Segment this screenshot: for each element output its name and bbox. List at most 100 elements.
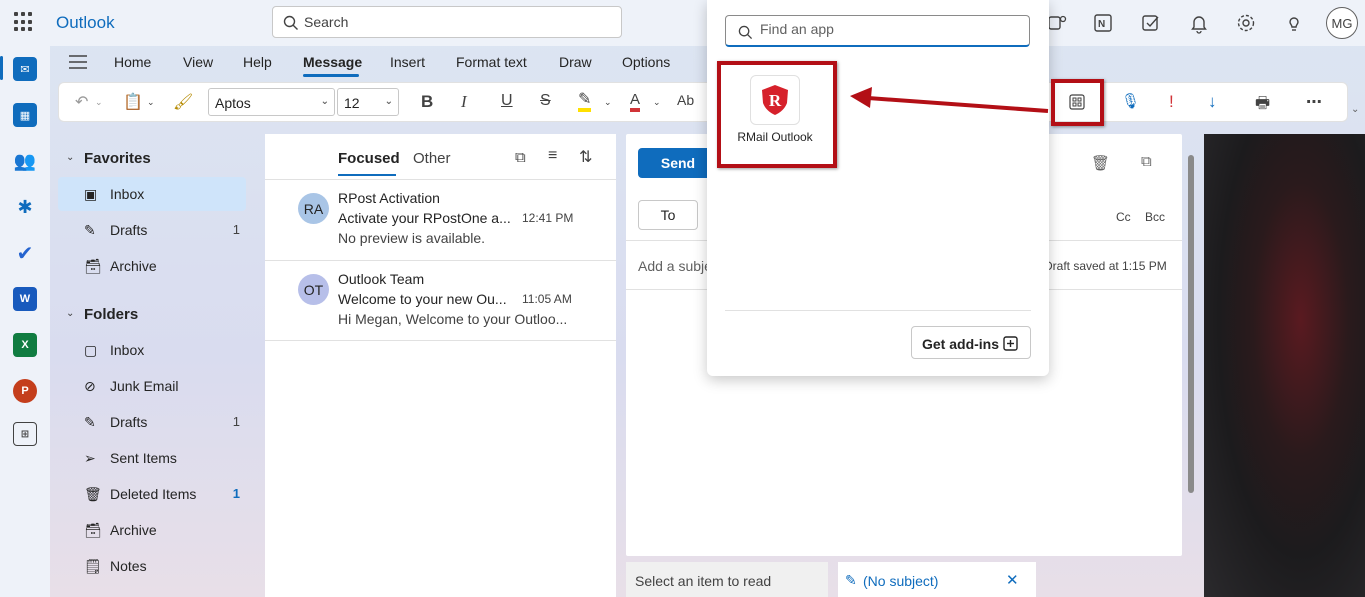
folder-label: Notes <box>110 558 147 574</box>
mail-app-icon[interactable]: ✉ <box>13 57 37 81</box>
find-app-input[interactable] <box>760 21 1020 37</box>
calendar-app-icon[interactable]: ▦ <box>13 103 37 127</box>
teams-icon[interactable] <box>1046 12 1068 34</box>
excel-app-icon[interactable]: X <box>13 333 37 357</box>
font-size-dropdown[interactable]: 12 ⌄ <box>337 88 399 116</box>
text-effects-icon[interactable]: Ab <box>677 92 694 108</box>
apps-button-highlight-box <box>1051 79 1104 126</box>
message-preview: No preview is available. <box>338 230 486 246</box>
bell-icon[interactable] <box>1188 12 1210 34</box>
tab-other[interactable]: Other <box>413 150 451 167</box>
folders-header[interactable]: Folders <box>84 306 138 323</box>
ribbon-expand-chevron-icon[interactable]: ⌄ <box>1351 104 1359 115</box>
folder-item-inbox[interactable]: ▢ Inbox <box>58 333 246 367</box>
user-avatar[interactable]: MG <box>1326 7 1358 39</box>
discard-trash-icon[interactable]: 🗑 <box>1091 154 1110 172</box>
highlight-icon[interactable]: ✎ <box>578 92 592 112</box>
get-addins-button[interactable]: Get add-ins <box>911 326 1031 359</box>
low-importance-icon[interactable]: ↓ <box>1208 92 1217 112</box>
favorite-item-inbox[interactable]: ▣ Inbox <box>58 177 246 211</box>
font-color-dropdown-icon[interactable]: ⌄ <box>653 97 661 108</box>
search-icon <box>738 25 753 40</box>
high-importance-icon[interactable]: ! <box>1169 92 1174 112</box>
pop-out-icon[interactable]: ⧉ <box>1141 153 1152 170</box>
paste-dropdown-icon[interactable]: ⌄ <box>147 97 155 108</box>
tab-options[interactable]: Options <box>622 54 670 70</box>
list-item[interactable]: RA RPost Activation Activate your RPostO… <box>265 179 616 260</box>
favorite-item-drafts[interactable]: ✎ Drafts 1 <box>58 213 246 247</box>
avatar: OT <box>298 274 329 305</box>
groups-app-icon[interactable]: ✱ <box>13 195 37 219</box>
todo-app-icon[interactable]: ✔ <box>13 241 37 265</box>
scrollbar-thumb[interactable] <box>1188 155 1194 493</box>
folder-item-sent-items[interactable]: ➢ Sent Items <box>58 441 246 475</box>
font-name-dropdown[interactable]: Aptos ⌄ <box>208 88 335 116</box>
folder-item-notes[interactable]: 🗒 Notes <box>58 549 246 583</box>
list-item[interactable]: OT Outlook Team Welcome to your new Ou..… <box>265 260 616 341</box>
message-preview: Hi Megan, Welcome to your Outloo... <box>338 311 568 327</box>
bold-icon[interactable]: B <box>421 92 433 112</box>
highlight-dropdown-icon[interactable]: ⌄ <box>604 97 612 108</box>
font-color-icon[interactable]: A <box>630 92 641 112</box>
more-apps-icon[interactable]: ⊞ <box>13 422 37 446</box>
filter-icon[interactable]: ≡ <box>548 147 557 165</box>
powerpoint-app-icon[interactable]: P <box>13 379 37 403</box>
to-button[interactable]: To <box>638 200 698 230</box>
chevron-down-icon: ⌄ <box>384 96 393 107</box>
chevron-down-icon[interactable]: ⌄ <box>66 308 74 319</box>
apps-flyout: R RMail Outlook Get add-ins <box>707 0 1049 376</box>
print-icon[interactable]: 🖶 <box>1255 92 1270 119</box>
strikethrough-icon[interactable]: S <box>540 92 551 110</box>
app-launcher-icon[interactable] <box>14 12 34 32</box>
sent-icon: ➢ <box>84 450 96 466</box>
folder-item-junk-email[interactable]: ⊘ Junk Email <box>58 369 246 403</box>
gear-icon[interactable] <box>1235 12 1257 34</box>
undo-dropdown-icon[interactable]: ⌄ <box>95 97 103 108</box>
tab-insert[interactable]: Insert <box>390 54 425 70</box>
find-app-search[interactable] <box>725 15 1030 47</box>
bcc-button[interactable]: Bcc <box>1145 210 1165 224</box>
tab-home[interactable]: Home <box>114 54 151 70</box>
favorite-item-archive[interactable]: 🗃 Archive <box>58 249 246 283</box>
tab-view[interactable]: View <box>183 54 213 70</box>
italic-icon[interactable]: I <box>461 92 467 112</box>
folder-label: Inbox <box>110 342 145 358</box>
tab-help[interactable]: Help <box>243 54 272 70</box>
format-painter-icon[interactable]: 🖌 <box>173 92 193 112</box>
undo-icon[interactable]: ↶ <box>75 92 88 112</box>
close-icon[interactable]: ✕ <box>1006 571 1019 589</box>
todo-note-icon[interactable] <box>1140 12 1162 34</box>
chevron-down-icon[interactable]: ⌄ <box>66 152 74 163</box>
active-tab-underline <box>303 74 359 77</box>
cc-button[interactable]: Cc <box>1116 210 1131 224</box>
svg-text:N: N <box>1098 19 1105 30</box>
reading-tab-label: Select an item to read <box>635 573 772 589</box>
dictate-icon[interactable]: 🎙 <box>1121 92 1140 110</box>
subject-input[interactable]: Add a subje <box>638 258 712 274</box>
paste-icon[interactable]: 📋 <box>123 92 143 112</box>
reading-tab[interactable]: Select an item to read <box>626 562 828 597</box>
select-mode-icon[interactable]: ⧉ <box>515 149 526 166</box>
folder-item-archive[interactable]: 🗃 Archive <box>58 513 246 547</box>
folder-item-deleted-items[interactable]: 🗑 Deleted Items 1 <box>58 477 246 511</box>
more-options-icon[interactable]: ⋯ <box>1306 92 1322 112</box>
sort-icon[interactable]: ⇅ <box>579 147 592 167</box>
lightbulb-icon[interactable] <box>1283 12 1305 34</box>
tab-message[interactable]: Message <box>303 54 362 70</box>
draft-tab[interactable]: ✎ (No subject) ✕ <box>838 562 1036 597</box>
folder-label: Drafts <box>110 222 148 238</box>
draft-tab-label: (No subject) <box>863 573 939 589</box>
word-app-icon[interactable]: W <box>13 287 37 311</box>
app-title[interactable]: Outlook <box>56 13 115 33</box>
favorites-header[interactable]: Favorites <box>84 150 151 167</box>
underline-icon[interactable]: U <box>501 92 513 110</box>
tab-focused[interactable]: Focused <box>338 150 400 167</box>
search-box[interactable]: Search <box>272 6 622 38</box>
send-button[interactable]: Send <box>638 148 718 178</box>
tab-draw[interactable]: Draw <box>559 54 592 70</box>
font-name-value: Aptos <box>215 95 251 111</box>
folder-item-drafts[interactable]: ✎ Drafts 1 <box>58 405 246 439</box>
tab-format-text[interactable]: Format text <box>456 54 527 70</box>
people-app-icon[interactable]: 👥 <box>13 149 37 173</box>
onenote-icon[interactable]: N <box>1092 12 1114 34</box>
